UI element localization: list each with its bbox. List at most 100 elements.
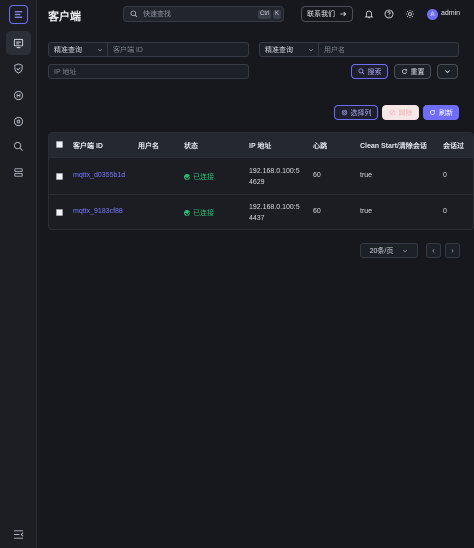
- client-id-placeholder: 客户端 ID: [113, 46, 143, 54]
- search-button-label: 搜索: [367, 68, 382, 76]
- prev-page-button[interactable]: ‹: [426, 243, 441, 258]
- ip-address-line1: 192.168.0.100:5: [249, 168, 300, 175]
- gear-icon: [405, 9, 415, 19]
- server-stack-icon: [14, 167, 23, 177]
- table-header: 客户端 ID 用户名 状态 IP 地址 心跳 Clean Start/清除会话 …: [49, 133, 473, 157]
- ip-address-line2: 4629: [249, 179, 265, 186]
- status-cell: 已连接: [184, 208, 214, 218]
- reset-icon: [401, 69, 407, 74]
- sidebar-item-access[interactable]: [6, 56, 31, 80]
- client-id-link[interactable]: mqttx_9183cf88: [73, 208, 123, 215]
- clear-icon: [389, 109, 395, 116]
- ip-address-cell: 192.168.0.100:5 4629: [249, 166, 300, 188]
- column-keepalive[interactable]: 心跳: [313, 141, 327, 151]
- shortcut-k: K: [273, 10, 282, 19]
- status-cell: 已连接: [184, 172, 214, 182]
- notifications-button[interactable]: [363, 8, 375, 20]
- sidebar-item-dashboard[interactable]: [6, 31, 31, 55]
- page-size-select[interactable]: 20条/页: [360, 243, 418, 258]
- refresh-label: 刷新: [439, 109, 453, 117]
- search-icon: [357, 68, 364, 75]
- logo-icon: [14, 11, 23, 18]
- session-cell: 0: [443, 172, 447, 179]
- monitor-icon: [13, 38, 24, 48]
- connected-check-icon: [184, 210, 190, 216]
- column-ip-address[interactable]: IP 地址: [249, 141, 271, 151]
- expand-filters-button[interactable]: [437, 64, 458, 79]
- user-avatar[interactable]: A: [427, 9, 438, 20]
- shortcut-ctrl: Ctrl: [258, 10, 272, 19]
- select-columns-button[interactable]: 选择列: [334, 105, 378, 120]
- refresh-button[interactable]: 刷新: [423, 105, 459, 120]
- sidebar-item-management[interactable]: [6, 109, 31, 133]
- table-row[interactable]: mqttx_9183cf88 已连接 192.168.0.100:5 4437 …: [49, 194, 473, 229]
- page-size-label: 20条/页: [369, 247, 394, 255]
- bell-icon: [364, 10, 374, 19]
- clean-start-cell: true: [360, 172, 373, 179]
- next-page-button[interactable]: ›: [445, 243, 460, 258]
- column-client-id[interactable]: 客户端 ID: [73, 141, 103, 151]
- page-title: 客户端: [48, 11, 81, 23]
- user-name[interactable]: admin: [441, 10, 460, 17]
- help-circle-icon: [384, 9, 394, 19]
- username-placeholder: 用户名: [324, 46, 345, 54]
- column-status[interactable]: 状态: [184, 141, 198, 151]
- collapse-sidebar-icon: [13, 529, 23, 539]
- select-columns-label: 选择列: [350, 109, 372, 117]
- column-session[interactable]: 会话过: [443, 141, 464, 151]
- settings-button[interactable]: [404, 8, 416, 20]
- ip-address-line2: 4437: [249, 215, 265, 222]
- sidebar-item-integration[interactable]: [6, 83, 31, 107]
- status-label: 已连接: [193, 174, 214, 181]
- row-checkbox[interactable]: [56, 209, 63, 216]
- quick-search-input[interactable]: 快速查找 Ctrl K: [123, 6, 284, 22]
- ip-address-line1: 192.168.0.100:5: [249, 204, 300, 211]
- shield-check-icon: [14, 62, 23, 74]
- search-placeholder: 快速查找: [143, 11, 171, 18]
- sidebar: [0, 0, 37, 548]
- contact-us-button[interactable]: 联系我们: [301, 6, 353, 22]
- plugin-icon: [13, 90, 24, 100]
- top-header: 客户端 快速查找 Ctrl K 联系我们 A admin: [37, 0, 474, 29]
- table-row[interactable]: mqttx_d0355b1d 已连接 192.168.0.100:5 4629 …: [49, 157, 473, 194]
- column-clean-start[interactable]: Clean Start/清除会话: [360, 141, 427, 151]
- client-id-link[interactable]: mqttx_d0355b1d: [73, 172, 125, 179]
- search-icon: [130, 10, 138, 18]
- sidebar-item-diagnose[interactable]: [6, 134, 31, 158]
- clients-table: 客户端 ID 用户名 状态 IP 地址 心跳 Clean Start/清除会话 …: [48, 132, 474, 230]
- chevron-down-icon: [445, 70, 450, 74]
- app-logo[interactable]: [9, 5, 28, 24]
- arrow-right-icon: [340, 11, 347, 17]
- select-all-checkbox[interactable]: [56, 141, 63, 148]
- keepalive-cell: 60: [313, 208, 321, 215]
- main-content: 精准查询 客户端 ID 精准查询 用户名 IP 地址 搜索 重置 选择列 踢除 …: [37, 29, 474, 548]
- column-username[interactable]: 用户名: [138, 141, 159, 151]
- keepalive-cell: 60: [313, 172, 321, 179]
- reset-button-label: 重置: [410, 68, 425, 76]
- client-id-filter[interactable]: 精准查询 客户端 ID: [48, 42, 249, 57]
- username-filter[interactable]: 精准查询 用户名: [259, 42, 459, 57]
- chevron-down-icon: [97, 48, 103, 51]
- contact-us-label: 联系我们: [307, 11, 335, 18]
- reset-button[interactable]: 重置: [394, 64, 431, 79]
- client-id-mode-label: 精准查询: [54, 46, 82, 54]
- row-checkbox[interactable]: [56, 173, 63, 180]
- search-zoom-icon: [13, 141, 23, 151]
- sidebar-collapse-button[interactable]: [11, 527, 25, 541]
- username-mode-label: 精准查询: [265, 46, 293, 54]
- ip-address-cell: 192.168.0.100:5 4437: [249, 202, 300, 224]
- username-mode-select[interactable]: 精准查询: [260, 43, 319, 56]
- chevron-down-icon: [308, 48, 314, 51]
- session-cell: 0: [443, 208, 447, 215]
- client-id-mode-select[interactable]: 精准查询: [49, 43, 108, 56]
- status-label: 已连接: [193, 210, 214, 217]
- ip-address-filter[interactable]: IP 地址: [48, 64, 249, 79]
- sidebar-item-system[interactable]: [6, 160, 31, 184]
- search-button[interactable]: 搜索: [351, 64, 388, 79]
- connected-check-icon: [184, 174, 190, 180]
- gear-icon: [341, 109, 347, 116]
- kick-out-button[interactable]: 踢除: [382, 105, 419, 120]
- kick-out-label: 踢除: [398, 109, 413, 117]
- refresh-icon: [430, 110, 435, 115]
- help-button[interactable]: [383, 8, 395, 20]
